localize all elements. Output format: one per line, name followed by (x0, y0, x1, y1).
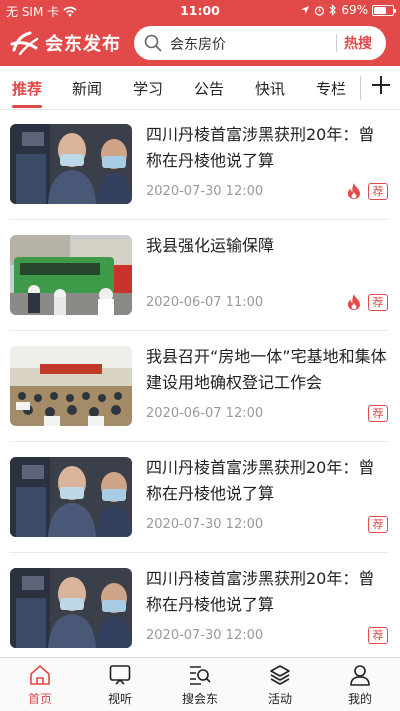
recommend-badge: 荐 (368, 405, 388, 422)
tabs-divider (360, 76, 361, 100)
location-arrow-icon (301, 6, 310, 14)
user-icon (350, 665, 370, 686)
news-title[interactable]: 四川丹棱首富涉黑获刑20年：曾称在丹棱他说了算 (146, 122, 388, 174)
tv-icon (109, 665, 131, 685)
tab-notice[interactable]: 公告 (194, 78, 224, 99)
news-title[interactable]: 我县强化运输保障 (146, 233, 388, 259)
nav-activity-label: 活动 (267, 692, 292, 706)
news-item[interactable]: 四川丹棱首富涉黑获刑20年：曾称在丹棱他说了算 2020-07-30 12:00 荐 (10, 554, 388, 664)
nav-search-label: 搜会东 (181, 692, 218, 706)
recommend-badge: 荐 (368, 183, 388, 200)
search-icon (144, 34, 162, 52)
bluetooth-icon (329, 4, 337, 16)
news-date: 2020-06-07 11:00 (146, 295, 264, 310)
nav-activity[interactable]: 活动 (240, 658, 320, 711)
news-thumbnail[interactable] (10, 346, 132, 426)
news-thumbnail[interactable] (10, 124, 132, 204)
search-list-icon (190, 666, 211, 685)
nav-profile[interactable]: 我的 (320, 658, 400, 711)
news-thumbnail[interactable] (10, 457, 132, 537)
hot-fire-icon (348, 294, 360, 310)
search-bar[interactable]: 会东房价 热搜 (134, 26, 386, 60)
hot-fire-icon (348, 183, 360, 199)
tab-study[interactable]: 学习 (133, 78, 163, 99)
tab-column[interactable]: 专栏 (316, 78, 346, 99)
app-header: 无 SIM 卡 11:00 69% 会东发布 会东房价 热搜 (0, 0, 400, 66)
bottom-navigation: 首页 视听 搜会东 活动 我的 (0, 657, 400, 711)
layers-icon (270, 665, 290, 685)
news-thumbnail[interactable] (10, 568, 132, 648)
news-date: 2020-07-30 12:00 (146, 517, 264, 532)
nav-profile-label: 我的 (347, 692, 372, 706)
recommend-badge: 荐 (368, 516, 388, 533)
category-tabs: 推荐 新闻 学习 公告 快讯 专栏 (0, 66, 400, 110)
news-item[interactable]: 我县召开“房地一体”宅基地和集体建设用地确权登记工作会 2020-06-07 12… (10, 332, 388, 442)
search-divider (336, 34, 337, 52)
news-thumbnail[interactable] (10, 235, 132, 315)
battery-icon (372, 4, 396, 16)
nav-home[interactable]: 首页 (0, 658, 80, 711)
tab-news[interactable]: 新闻 (72, 78, 102, 99)
tab-flash[interactable]: 快讯 (255, 78, 285, 99)
recommend-badge: 荐 (368, 294, 388, 311)
app-logo[interactable]: 会东发布 (10, 30, 121, 56)
status-bar: 无 SIM 卡 11:00 69% (0, 0, 400, 22)
nav-search[interactable]: 搜会东 (160, 658, 240, 711)
hot-search-button[interactable]: 热搜 (344, 33, 372, 53)
active-tab-indicator (12, 105, 42, 108)
tab-recommend[interactable]: 推荐 (12, 78, 42, 99)
logo-text: 会东发布 (45, 34, 121, 55)
logo-mark-icon (10, 31, 39, 56)
news-title[interactable]: 四川丹棱首富涉黑获刑20年：曾称在丹棱他说了算 (146, 566, 388, 618)
recommend-badge: 荐 (368, 627, 388, 644)
home-icon (30, 665, 50, 685)
news-title[interactable]: 我县召开“房地一体”宅基地和集体建设用地确权登记工作会 (146, 344, 388, 396)
news-title[interactable]: 四川丹棱首富涉黑获刑20年：曾称在丹棱他说了算 (146, 455, 388, 507)
alarm-icon (315, 5, 325, 16)
battery-percent: 69% (341, 3, 368, 17)
nav-video-label: 视听 (107, 692, 132, 706)
news-item[interactable]: 四川丹棱首富涉黑获刑20年：曾称在丹棱他说了算 2020-07-30 12:00 荐 (10, 443, 388, 553)
nav-home-label: 首页 (27, 692, 52, 706)
news-item[interactable]: 我县强化运输保障 2020-06-07 11:00 荐 (10, 221, 388, 331)
news-item[interactable]: 四川丹棱首富涉黑获刑20年：曾称在丹棱他说了算 2020-07-30 12:00 荐 (10, 110, 388, 220)
news-date: 2020-07-30 12:00 (146, 628, 264, 643)
news-date: 2020-06-07 12:00 (146, 406, 264, 421)
search-input[interactable]: 会东房价 (170, 34, 226, 54)
add-channel-icon[interactable] (370, 74, 392, 96)
news-date: 2020-07-30 12:00 (146, 184, 264, 199)
nav-video[interactable]: 视听 (80, 658, 160, 711)
